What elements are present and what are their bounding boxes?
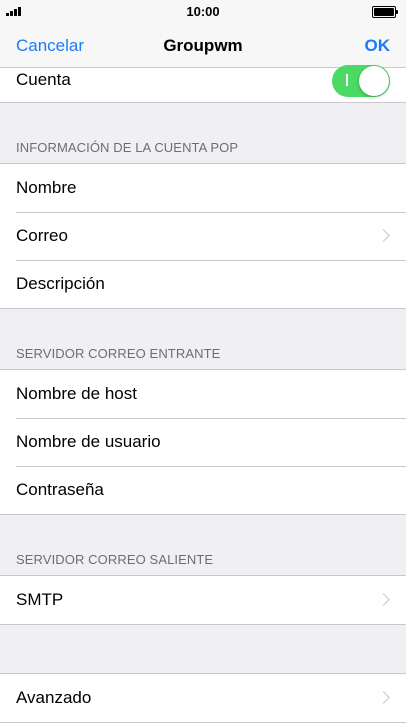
email-field-row[interactable]: Correo	[0, 212, 406, 260]
incoming-section-header: SERVIDOR CORREO ENTRANTE	[16, 346, 221, 361]
toggle-on-indicator-icon	[346, 74, 348, 86]
outgoing-section-header: SERVIDOR CORREO SALIENTE	[16, 552, 214, 567]
incoming-server-group: Nombre de host Nombre de usuario Contras…	[0, 369, 406, 515]
username-label: Nombre de usuario	[16, 432, 161, 451]
navigation-bar: Cancelar Groupwm OK	[0, 24, 406, 68]
pop-section-header: INFORMACIÓN DE LA CUENTA POP	[16, 140, 239, 155]
password-label: Contraseña	[16, 480, 104, 499]
battery-icon	[372, 6, 398, 18]
name-field-row[interactable]: Nombre	[0, 164, 406, 212]
account-toggle-label: Cuenta	[16, 70, 71, 89]
chevron-right-icon	[377, 229, 390, 242]
outgoing-server-group: SMTP	[0, 575, 406, 625]
account-toggle-row: Cuenta	[0, 65, 406, 102]
status-time: 10:00	[186, 4, 220, 19]
account-group: Cuenta	[0, 65, 406, 103]
hostname-label: Nombre de host	[16, 384, 137, 403]
ok-button[interactable]: OK	[365, 36, 391, 56]
settings-list: Cuenta INFORMACIÓN DE LA CUENTA POP Nomb…	[0, 65, 406, 723]
cancel-button[interactable]: Cancelar	[16, 36, 84, 56]
toggle-knob	[359, 66, 389, 96]
email-label: Correo	[16, 226, 68, 245]
smtp-label: SMTP	[16, 590, 64, 609]
name-label: Nombre	[16, 178, 77, 197]
hostname-field-row[interactable]: Nombre de host	[0, 370, 406, 418]
chevron-right-icon	[377, 691, 390, 704]
advanced-row[interactable]: Avanzado	[0, 674, 406, 722]
pop-info-group: Nombre Correo Descripción	[0, 163, 406, 309]
password-field-row[interactable]: Contraseña	[0, 466, 406, 514]
advanced-group: Avanzado	[0, 673, 406, 723]
description-label: Descripción	[16, 274, 105, 293]
advanced-label: Avanzado	[16, 688, 92, 707]
description-field-row[interactable]: Descripción	[0, 260, 406, 308]
username-field-row[interactable]: Nombre de usuario	[0, 418, 406, 466]
account-toggle-switch[interactable]	[332, 65, 390, 97]
chevron-right-icon	[377, 593, 390, 606]
smtp-row[interactable]: SMTP	[0, 576, 406, 624]
status-bar: 10:00	[0, 0, 406, 24]
